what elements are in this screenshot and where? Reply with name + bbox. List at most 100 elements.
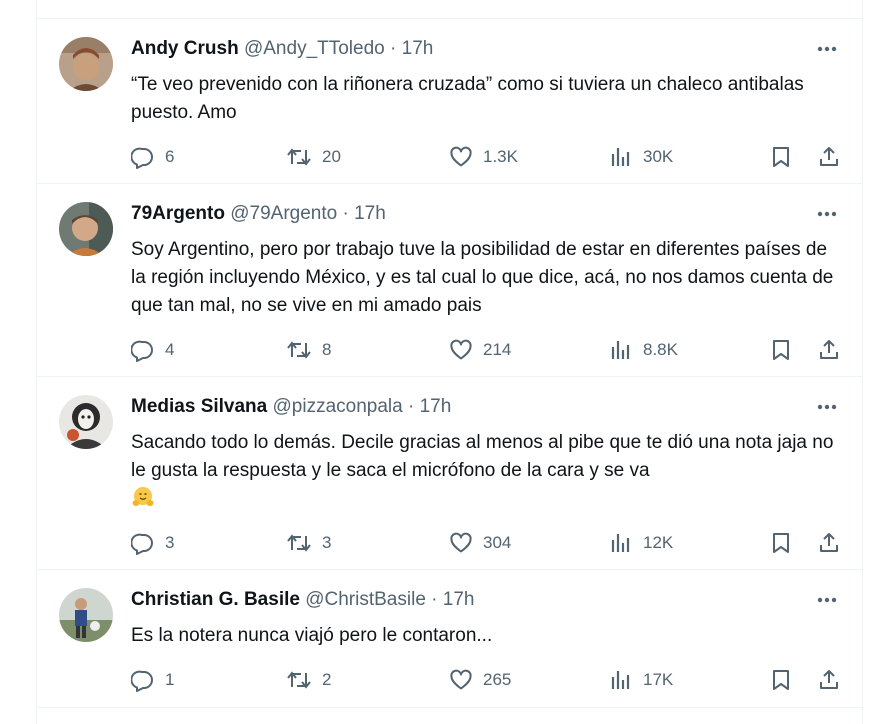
like-button[interactable]: 214 [449, 336, 511, 364]
reply-text-block: Sacando todo lo demás. Decile gracias al… [131, 429, 838, 514]
reply-button[interactable]: 4 [131, 336, 174, 364]
like-button[interactable]: 1.3K [449, 143, 518, 171]
share-upload-icon [817, 531, 841, 555]
reply-header: Medias Silvana @pizzaconpala · 17h [131, 395, 842, 419]
view-count: 8.8K [643, 340, 678, 359]
bar-chart-icon [609, 668, 633, 692]
repost-count: 2 [322, 670, 332, 689]
reply-header: 79Argento @79Argento · 17h [131, 202, 842, 226]
bookmark-button[interactable] [769, 529, 793, 557]
views-button[interactable]: 8.8K [609, 336, 678, 364]
reply-card[interactable]: Andy Crush @Andy_TToledo · 17h “Te veo p… [37, 19, 862, 184]
separator-dot: · [431, 589, 438, 610]
like-count: 1.3K [483, 147, 518, 166]
like-count: 265 [483, 670, 512, 689]
reply-count: 1 [165, 670, 175, 689]
repost-arrows-icon [286, 145, 312, 169]
repost-count: 3 [322, 533, 332, 552]
reply-button[interactable]: 1 [131, 666, 174, 694]
display-name[interactable]: Medias Silvana [131, 396, 267, 417]
repost-arrows-icon [286, 531, 312, 555]
action-bar: 4 8 214 8.8K [131, 336, 851, 364]
share-upload-icon [817, 668, 841, 692]
reply-count: 3 [165, 533, 175, 552]
user-handle[interactable]: @Andy_TToledo [244, 38, 385, 59]
bookmark-icon [769, 338, 793, 362]
view-count: 12K [643, 533, 674, 552]
view-count: 30K [643, 147, 674, 166]
replies-timeline: Andy Crush @Andy_TToledo · 17h “Te veo p… [36, 0, 863, 724]
timestamp[interactable]: 17h [420, 396, 452, 417]
reply-card[interactable]: 79Argento @79Argento · 17h Soy Argentino… [37, 184, 862, 377]
reply-text: Es la notera nunca viajó pero le contaro… [131, 625, 493, 646]
reply-count: 6 [165, 147, 175, 166]
bar-chart-icon [609, 531, 633, 555]
avatar[interactable] [59, 37, 113, 91]
share-button[interactable] [817, 529, 841, 557]
repost-count: 8 [322, 340, 332, 359]
timestamp[interactable]: 17h [443, 589, 475, 610]
reply-card[interactable]: Medias Silvana @pizzaconpala · 17h Sacan… [37, 377, 862, 570]
reply-count: 4 [165, 340, 175, 359]
reply-bubble-icon [131, 338, 155, 362]
share-button[interactable] [817, 666, 841, 694]
reply-button[interactable]: 6 [131, 143, 174, 171]
display-name[interactable]: Andy Crush [131, 38, 239, 59]
bookmark-button[interactable] [769, 336, 793, 364]
timestamp[interactable]: 17h [354, 203, 386, 224]
more-horizontal-icon[interactable] [812, 202, 842, 226]
more-horizontal-icon[interactable] [812, 37, 842, 61]
bookmark-button[interactable] [769, 666, 793, 694]
repost-button[interactable]: 20 [286, 143, 341, 171]
more-horizontal-icon[interactable] [812, 588, 842, 612]
like-button[interactable]: 304 [449, 529, 511, 557]
separator-dot: · [342, 203, 349, 224]
repost-button[interactable]: 3 [286, 529, 331, 557]
heart-icon [449, 338, 473, 362]
views-button[interactable]: 17K [609, 666, 673, 694]
action-bar: 1 2 265 17K [131, 666, 851, 694]
share-button[interactable] [817, 143, 841, 171]
views-button[interactable]: 30K [609, 143, 673, 171]
timestamp[interactable]: 17h [402, 38, 434, 59]
action-bar: 3 3 304 12K [131, 529, 851, 557]
reply-bubble-icon [131, 145, 155, 169]
repost-arrows-icon [286, 668, 312, 692]
more-horizontal-icon[interactable] [812, 395, 842, 419]
avatar[interactable] [59, 395, 113, 449]
user-handle[interactable]: @79Argento [230, 203, 337, 224]
views-button[interactable]: 12K [609, 529, 673, 557]
view-count: 17K [643, 670, 674, 689]
reply-card[interactable]: Christian G. Basile @ChristBasile · 17h … [37, 570, 862, 708]
display-name[interactable]: Christian G. Basile [131, 589, 300, 610]
user-handle[interactable]: @pizzaconpala [273, 396, 403, 417]
bookmark-icon [769, 531, 793, 555]
heart-icon [449, 145, 473, 169]
bookmark-icon [769, 668, 793, 692]
hugging-face-emoji [131, 485, 155, 509]
separator-dot: · [390, 38, 397, 59]
repost-button[interactable]: 2 [286, 666, 331, 694]
previous-reply-stub [37, 0, 862, 19]
reply-header: Andy Crush @Andy_TToledo · 17h [131, 37, 842, 61]
like-button[interactable]: 265 [449, 666, 511, 694]
user-handle[interactable]: @ChristBasile [305, 589, 426, 610]
heart-icon [449, 531, 473, 555]
repost-count: 20 [322, 147, 341, 166]
share-button[interactable] [817, 336, 841, 364]
reply-text: Sacando todo lo demás. Decile gracias al… [131, 432, 834, 481]
reply-text: Soy Argentino, pero por trabajo tuve la … [131, 239, 834, 316]
heart-icon [449, 668, 473, 692]
repost-button[interactable]: 8 [286, 336, 331, 364]
reply-bubble-icon [131, 668, 155, 692]
display-name[interactable]: 79Argento [131, 203, 225, 224]
page: Andy Crush @Andy_TToledo · 17h “Te veo p… [0, 0, 887, 724]
share-upload-icon [817, 338, 841, 362]
avatar[interactable] [59, 202, 113, 256]
bookmark-button[interactable] [769, 143, 793, 171]
reply-bubble-icon [131, 531, 155, 555]
bar-chart-icon [609, 338, 633, 362]
avatar[interactable] [59, 588, 113, 642]
reply-button[interactable]: 3 [131, 529, 174, 557]
like-count: 304 [483, 533, 512, 552]
